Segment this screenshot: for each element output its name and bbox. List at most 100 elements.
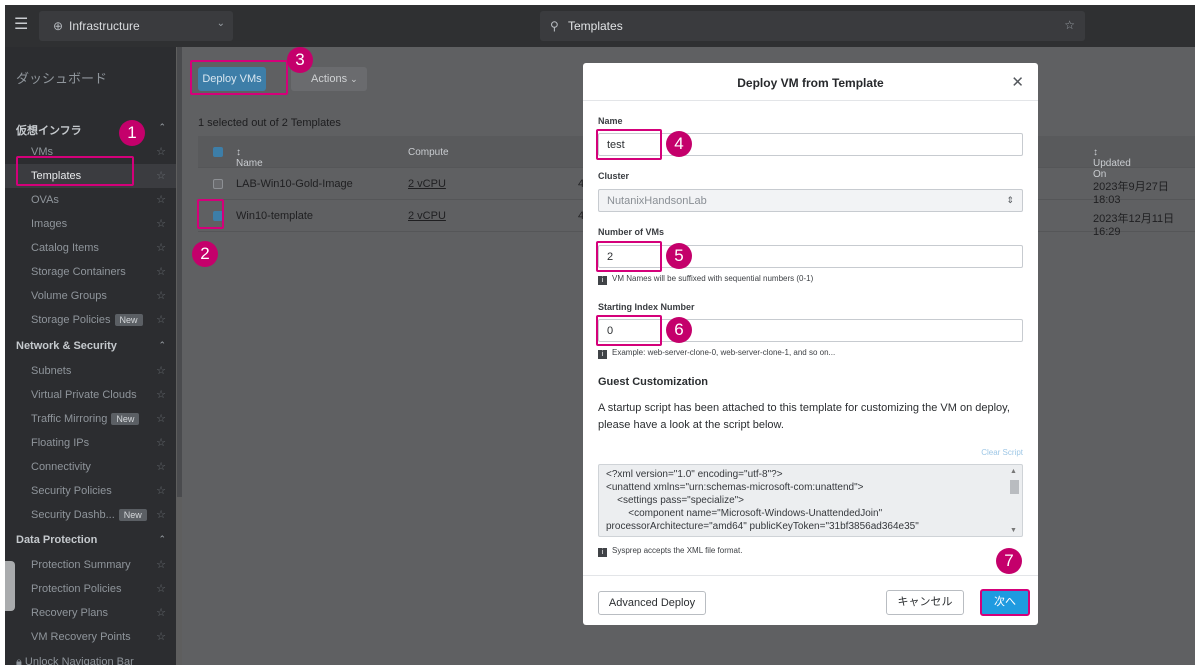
script-hint: i Sysprep accepts the XML file format. [598,546,742,557]
sidebar-item-security-policies[interactable]: Security Policies ☆ [5,479,176,503]
highlight-templates [16,156,134,186]
sidebar-item-volume-groups[interactable]: Volume Groups ☆ [5,284,176,308]
sidebar-item-images[interactable]: Images ☆ [5,212,176,236]
sidebar-item-storage-containers[interactable]: Storage Containers ☆ [5,260,176,284]
star-icon[interactable]: ☆ [156,388,166,401]
search-input[interactable]: Templates [568,19,623,33]
clear-script-link[interactable]: Clear Script [981,448,1023,457]
chevron-up-icon: ⌃ [158,340,166,350]
scroll-down-icon[interactable]: ▼ [1010,527,1017,534]
search-bar[interactable]: ⚲ Templates ☆ [540,11,1085,41]
star-icon[interactable]: ☆ [156,364,166,377]
sidebar-item-storage-policies[interactable]: Storage Policies New ☆ [5,308,176,332]
star-icon[interactable]: ☆ [156,265,166,278]
script-content: <?xml version="1.0" encoding="utf-8"?> <… [606,469,919,532]
star-icon[interactable]: ☆ [156,484,166,497]
next-button[interactable]: 次へ [980,589,1030,616]
step-badge-7: 7 [996,548,1022,574]
sidebar-section-data-protection[interactable]: Data Protection ⌃ [5,529,176,553]
star-icon[interactable]: ☆ [156,630,166,643]
new-badge: New [114,314,143,326]
context-selector[interactable]: ⊕ Infrastructure ⌄ [39,11,233,41]
star-icon[interactable]: ☆ [156,460,166,473]
template-name[interactable]: Win10-template [236,210,313,222]
cluster-value: NutanixHandsonLab [607,195,707,207]
script-textarea[interactable]: <?xml version="1.0" encoding="utf-8"?> <… [598,464,1023,537]
guest-customization-description: A startup script has been attached to th… [598,402,1010,431]
star-icon[interactable]: ☆ [156,169,166,182]
sidebar-item-catalog-items[interactable]: Catalog Items ☆ [5,236,176,260]
step-badge-4: 4 [666,131,692,157]
sidebar-item-label: OVAs [31,194,59,206]
chevron-up-icon: ⌃ [158,534,166,544]
hamburger-menu-icon[interactable]: ☰ [14,17,28,33]
sidebar-item-vpcs[interactable]: Virtual Private Clouds ☆ [5,383,176,407]
scroll-thumb[interactable] [1010,480,1019,494]
star-icon[interactable]: ☆ [156,193,166,206]
sidebar-item-label: Volume Groups [31,290,107,302]
template-updated: 2023年12月11日 16:29 [1093,213,1175,238]
new-badge: New [118,509,147,521]
sidebar-item-ovas[interactable]: OVAs ☆ [5,188,176,212]
drag-handle[interactable] [5,561,15,611]
sidebar-item-label: Recovery Plans [31,607,109,619]
star-icon[interactable]: ☆ [156,436,166,449]
sidebar-item-label: Floating IPs [31,437,90,449]
sidebar-item-floating-ips[interactable]: Floating IPs ☆ [5,431,176,455]
sidebar-section-network-security[interactable]: Network & Security ⌃ [5,335,176,359]
star-icon[interactable]: ☆ [156,582,166,595]
column-header-compute[interactable]: Compute [408,147,449,158]
template-name[interactable]: LAB-Win10-Gold-Image [236,178,353,190]
star-icon[interactable]: ☆ [156,313,166,326]
sidebar-item-label: Storage Containers [31,266,126,278]
sidebar-item-label: Security Policies [31,485,112,497]
template-compute[interactable]: 2 vCPU [408,178,446,190]
script-scrollbar[interactable]: ▲ ▼ [1008,468,1020,534]
number-of-vms-label: Number of VMs [598,227,665,237]
star-icon[interactable]: ☆ [156,558,166,571]
sidebar: ダッシュボード 仮想インフラ ⌃ VMs ☆ Templates ☆ OVAs ☆ I… [5,47,176,665]
modal-footer: Advanced Deploy キャンセル 次へ [583,575,1038,625]
close-icon[interactable]: ✕ [1011,73,1024,91]
section-label: Network & Security [16,340,117,352]
highlight-num-vms [596,241,662,272]
star-icon[interactable]: ☆ [156,241,166,254]
sidebar-item-protection-summary[interactable]: Protection Summary ☆ [5,553,176,577]
select-all-checkbox[interactable] [213,147,223,157]
scroll-up-icon[interactable]: ▲ [1010,468,1017,475]
cluster-select[interactable]: NutanixHandsonLab ⇕ [598,189,1023,212]
star-icon[interactable]: ☆ [156,145,166,158]
column-header-name[interactable]: Name ↕ [236,147,263,169]
advanced-deploy-button[interactable]: Advanced Deploy [598,591,706,615]
sidebar-item-connectivity[interactable]: Connectivity ☆ [5,455,176,479]
unlock-navigation-bar[interactable]: 🔒︎ Unlock Navigation Bar [16,656,134,665]
star-icon[interactable]: ☆ [156,412,166,425]
star-icon[interactable]: ☆ [156,289,166,302]
template-compute[interactable]: 2 vCPU [408,210,446,222]
sidebar-item-dashboard[interactable]: ダッシュボード [16,68,107,87]
sidebar-item-label: Images [31,218,68,230]
sidebar-item-label: Traffic Mirroring [31,413,108,425]
sidebar-item-recovery-plans[interactable]: Recovery Plans ☆ [5,601,176,625]
cancel-button[interactable]: キャンセル [886,590,964,615]
star-icon[interactable]: ☆ [156,217,166,230]
sidebar-item-label: Virtual Private Clouds [31,389,137,401]
name-label: Name [598,116,623,126]
step-badge-5: 5 [666,243,692,269]
sidebar-item-label: Security Dashb... [31,509,115,521]
sidebar-item-vm-recovery-points[interactable]: VM Recovery Points ☆ [5,625,176,649]
row-checkbox[interactable] [213,179,223,189]
sidebar-item-subnets[interactable]: Subnets ☆ [5,359,176,383]
star-icon[interactable]: ☆ [1064,18,1075,32]
star-icon[interactable]: ☆ [156,606,166,619]
sidebar-item-traffic-mirroring[interactable]: Traffic Mirroring New ☆ [5,407,176,431]
sidebar-section-virtual-infra[interactable]: 仮想インフラ ⌃ [5,117,176,141]
column-header-updated-on[interactable]: Updated On ↕ [1093,147,1131,180]
step-badge-1: 1 [119,120,145,146]
section-label: 仮想インフラ [16,125,82,137]
chevron-up-icon: ⌃ [158,122,166,132]
sidebar-item-protection-policies[interactable]: Protection Policies ☆ [5,577,176,601]
sidebar-item-security-dashboard[interactable]: Security Dashb... New ☆ [5,503,176,527]
chevron-updown-icon: ⇕ [1006,195,1014,205]
star-icon[interactable]: ☆ [156,508,166,521]
